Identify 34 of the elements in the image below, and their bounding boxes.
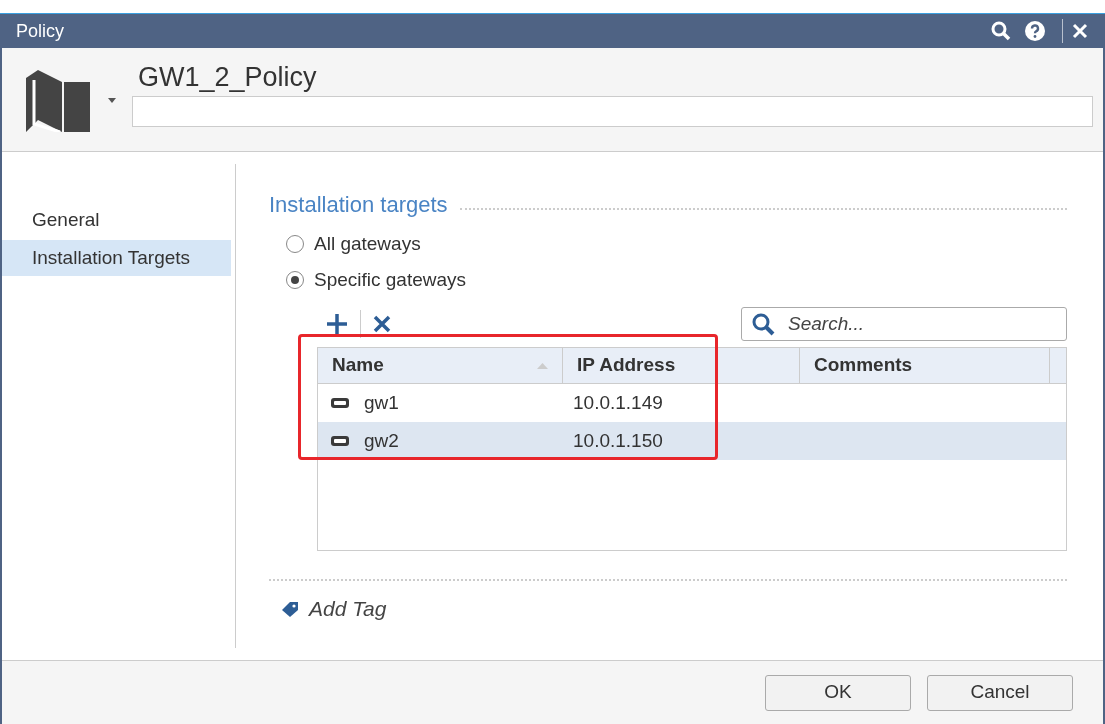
radio-label: Specific gateways — [314, 267, 467, 292]
help-icon[interactable] — [1024, 20, 1046, 42]
policy-book-icon — [26, 70, 92, 132]
search-icon[interactable] — [990, 20, 1012, 42]
radio-button[interactable] — [286, 271, 304, 289]
table-cell-text: 10.0.1.150 — [572, 428, 663, 453]
sidebar-item[interactable]: Installation Targets — [2, 240, 231, 276]
section-title: Installation targets — [269, 191, 448, 219]
delete-icon[interactable] — [373, 315, 391, 333]
policy-name: GW1_2_Policy — [138, 62, 318, 92]
close-icon[interactable] — [1071, 22, 1089, 40]
table-cell-text: 10.0.1.149 — [572, 390, 663, 415]
column-header[interactable]: Name — [318, 348, 563, 383]
search-icon — [751, 312, 775, 336]
caret-icon[interactable] — [108, 98, 116, 103]
table-cell-text: gw1 — [364, 390, 399, 415]
gateway-icon — [330, 397, 350, 409]
sort-icon — [537, 362, 548, 369]
add-icon[interactable] — [326, 313, 348, 335]
column-header[interactable]: Comments — [800, 348, 1050, 383]
dialog-button[interactable]: OK — [765, 674, 911, 711]
table-row[interactable]: gw2 10.0.1.150 — [318, 422, 1066, 460]
radio-label: All gateways — [314, 231, 421, 256]
dialog-button[interactable]: Cancel — [927, 674, 1073, 711]
table-cell-text: gw2 — [364, 428, 399, 453]
search-field[interactable]: Search... — [741, 307, 1067, 341]
add-tag-link[interactable]: Add Tag — [281, 593, 387, 625]
sidebar-item[interactable]: General — [2, 202, 231, 238]
comment-field[interactable] — [132, 96, 1093, 127]
radio-button[interactable] — [286, 235, 304, 253]
tag-icon — [281, 600, 299, 617]
gateway-icon — [330, 435, 350, 447]
column-header[interactable]: IP Address — [563, 348, 800, 383]
window-title: Policy — [16, 19, 65, 43]
